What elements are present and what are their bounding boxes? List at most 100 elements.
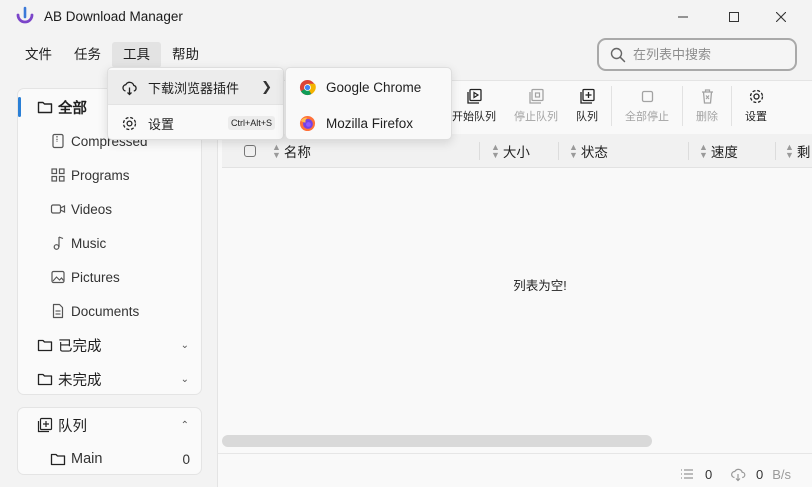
folder-icon bbox=[50, 453, 66, 466]
delete-button[interactable]: 删除 bbox=[679, 88, 735, 126]
chevron-right-icon: ❯ bbox=[261, 79, 272, 94]
horizontal-scrollbar[interactable] bbox=[222, 435, 652, 447]
menu-divider bbox=[108, 104, 283, 105]
music-note-icon bbox=[53, 236, 64, 250]
search-icon bbox=[610, 47, 626, 62]
sort-icon: ▲ ▼ bbox=[569, 142, 578, 160]
toolbar-divider bbox=[611, 86, 612, 126]
active-downloads: 0 bbox=[679, 466, 712, 482]
sidebar-item-label: 未完成 bbox=[58, 372, 102, 389]
sidebar-item-label: Music bbox=[71, 235, 107, 251]
sidebar-item-label: 已完成 bbox=[58, 338, 102, 355]
apps-grid-icon bbox=[51, 168, 65, 182]
queue-count: 0 bbox=[182, 451, 190, 467]
sidebar-item-label: Pictures bbox=[71, 269, 120, 285]
sidebar-item-videos[interactable]: Videos bbox=[18, 194, 201, 224]
queue-header[interactable]: 队列 ⌃ bbox=[18, 410, 201, 440]
menu-item-label: Mozilla Firefox bbox=[326, 115, 414, 131]
title-bar: AB Download Manager bbox=[0, 0, 812, 34]
chevron-down-icon: ⌄ bbox=[180, 373, 189, 385]
sidebar-item-programs[interactable]: Programs bbox=[18, 160, 201, 190]
tools-menu: 下载浏览器插件 ❯ 设置 Ctrl+Alt+S bbox=[107, 67, 284, 140]
search-input[interactable] bbox=[633, 47, 783, 62]
minimize-button[interactable] bbox=[660, 0, 706, 34]
menu-tools[interactable]: 工具 bbox=[112, 42, 161, 68]
sidebar-item-label: Videos bbox=[71, 201, 113, 217]
folder-icon bbox=[37, 339, 53, 352]
status-bar: 0 0 B/s bbox=[218, 453, 812, 487]
minimize-icon bbox=[678, 16, 688, 18]
menu-bar: 文件 任务 工具 帮助 bbox=[14, 42, 210, 68]
stop-all-button[interactable]: 全部停止 bbox=[619, 88, 675, 126]
folder-icon bbox=[37, 373, 53, 386]
menu-item-label: 设置 bbox=[148, 116, 175, 132]
menu-help[interactable]: 帮助 bbox=[161, 42, 210, 68]
column-divider[interactable] bbox=[775, 142, 776, 160]
menu-item-google-chrome[interactable]: Google Chrome bbox=[286, 70, 451, 104]
sidebar-item-label: 全部 bbox=[58, 100, 87, 117]
start-queue-button[interactable]: 开始队列 bbox=[446, 88, 502, 126]
sidebar-item-unfinished[interactable]: 未完成 ⌄ bbox=[18, 364, 201, 394]
queue-label: 队列 bbox=[576, 111, 598, 123]
queue-title: 队列 bbox=[58, 418, 87, 435]
chrome-icon bbox=[299, 79, 316, 95]
column-size[interactable]: ▲ ▼ 大小 bbox=[491, 134, 530, 168]
gear-icon bbox=[122, 116, 137, 130]
search-box bbox=[597, 38, 797, 71]
gear-icon bbox=[749, 89, 763, 104]
app-logo-icon bbox=[16, 6, 34, 24]
column-remaining[interactable]: ▲ ▼ 剩 bbox=[785, 134, 810, 168]
column-divider[interactable] bbox=[688, 142, 689, 160]
delete-label: 删除 bbox=[696, 111, 718, 123]
document-icon bbox=[52, 303, 64, 319]
queue-button[interactable]: 队列 bbox=[559, 88, 615, 126]
sidebar-item-documents[interactable]: Documents bbox=[18, 296, 201, 326]
sidebar-item-finished[interactable]: 已完成 ⌄ bbox=[18, 330, 201, 360]
maximize-button[interactable] bbox=[711, 0, 757, 34]
sort-icon: ▲ ▼ bbox=[272, 142, 281, 160]
stop-queue-button[interactable]: 停止队列 bbox=[508, 88, 564, 126]
speed-unit: B/s bbox=[772, 466, 792, 482]
sidebar-item-pictures[interactable]: Pictures bbox=[18, 262, 201, 292]
column-divider[interactable] bbox=[558, 142, 559, 160]
column-divider[interactable] bbox=[479, 142, 480, 160]
menu-item-settings[interactable]: 设置 Ctrl+Alt+S bbox=[108, 106, 283, 140]
chevron-up-icon[interactable]: ⌃ bbox=[181, 420, 189, 431]
maximize-icon bbox=[729, 12, 739, 22]
cloud-download-icon bbox=[122, 81, 137, 95]
stop-all-label: 全部停止 bbox=[625, 111, 669, 123]
menu-item-browser-plugins[interactable]: 下载浏览器插件 ❯ bbox=[108, 70, 283, 104]
video-camera-icon bbox=[50, 204, 66, 214]
select-all-checkbox[interactable] bbox=[244, 145, 256, 157]
sidebar-item-label: Documents bbox=[71, 303, 140, 319]
menu-item-label: 下载浏览器插件 bbox=[148, 80, 240, 96]
trash-icon bbox=[701, 89, 713, 104]
empty-list-message: 列表为空! bbox=[513, 279, 567, 293]
queue-item-main[interactable]: Main 0 bbox=[18, 444, 201, 474]
stop-queue-label: 停止队列 bbox=[514, 111, 558, 123]
menu-item-mozilla-firefox[interactable]: Mozilla Firefox bbox=[286, 106, 451, 140]
menu-item-label: Google Chrome bbox=[326, 79, 422, 95]
sort-icon: ▲ ▼ bbox=[785, 142, 794, 160]
settings-toolbar-button[interactable]: 设置 bbox=[728, 88, 784, 126]
close-button[interactable] bbox=[758, 0, 804, 34]
stop-queue-icon bbox=[528, 88, 544, 104]
sort-icon: ▲ ▼ bbox=[491, 142, 500, 160]
menu-file[interactable]: 文件 bbox=[14, 42, 63, 68]
menu-tasks[interactable]: 任务 bbox=[63, 42, 112, 68]
column-speed[interactable]: ▲ ▼ 速度 bbox=[699, 134, 738, 168]
queue-icon bbox=[579, 88, 595, 104]
sidebar-item-label: Programs bbox=[71, 167, 130, 183]
settings-label: 设置 bbox=[745, 111, 767, 123]
sidebar-item-music[interactable]: Music bbox=[18, 228, 201, 258]
folder-icon bbox=[37, 101, 53, 114]
image-icon bbox=[51, 270, 65, 284]
download-speed: 0 B/s bbox=[730, 466, 791, 482]
close-icon bbox=[776, 12, 786, 22]
stop-icon bbox=[641, 90, 653, 103]
keyboard-shortcut: Ctrl+Alt+S bbox=[228, 116, 276, 130]
column-status[interactable]: ▲ ▼ 状态 bbox=[569, 134, 608, 168]
sort-icon: ▲ ▼ bbox=[699, 142, 708, 160]
chevron-down-icon: ⌄ bbox=[180, 339, 189, 351]
list-icon bbox=[681, 469, 693, 479]
